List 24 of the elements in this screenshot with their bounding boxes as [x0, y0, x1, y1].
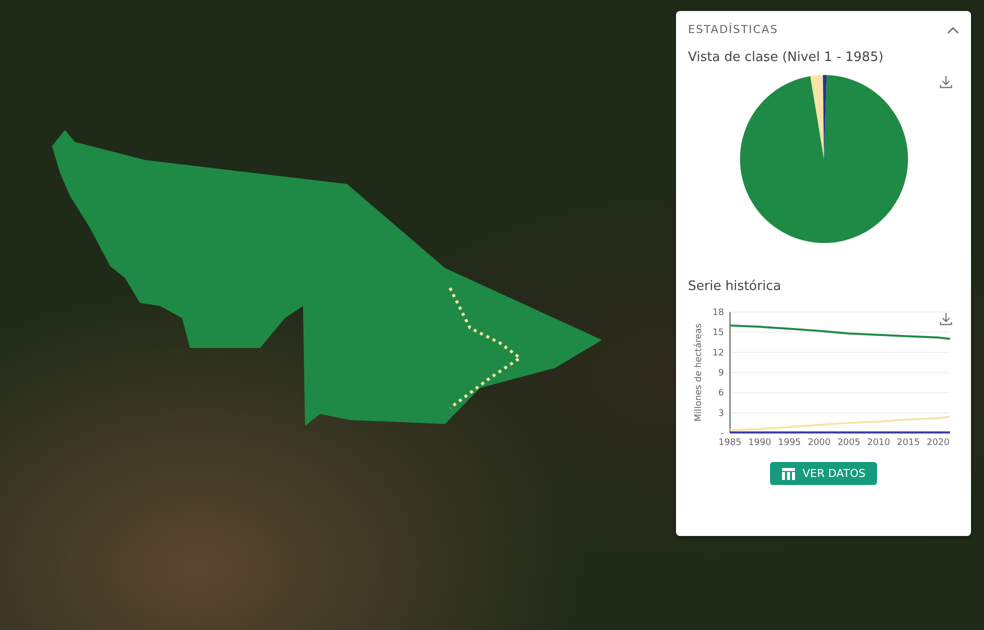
y-tick-label: 6: [718, 388, 724, 399]
y-tick-label: 9: [718, 368, 724, 378]
x-tick-label: 2000: [808, 438, 831, 448]
y-tick-label: -: [720, 429, 724, 439]
y-tick-label: 3: [718, 408, 724, 419]
y-axis-title: Millones de hectáreas: [694, 323, 704, 422]
x-tick-label: 2005: [837, 438, 860, 448]
chart-title: Vista de clase (Nivel 1 - 1985): [688, 50, 884, 65]
table-icon: [782, 468, 795, 480]
x-tick-label: 2020: [926, 438, 950, 448]
x-tick-label: 1985: [718, 438, 742, 448]
x-tick-label: 2015: [896, 438, 920, 448]
y-tick-label: 12: [712, 348, 724, 358]
collapse-caret-icon[interactable]: [947, 26, 959, 34]
y-tick-label: 18: [712, 308, 724, 318]
x-tick-label: 1990: [748, 438, 772, 448]
chart-title: Serie histórica: [688, 279, 782, 294]
view-data-button[interactable]: VER DATOS: [770, 462, 878, 485]
download-icon[interactable]: [939, 312, 953, 326]
download-icon[interactable]: [939, 75, 953, 89]
x-tick-label: 1995: [778, 438, 801, 448]
x-tick-label: 2010: [867, 438, 890, 448]
panel-title: ESTADÍSTICAS: [688, 23, 778, 36]
y-tick-label: 15: [712, 328, 724, 338]
